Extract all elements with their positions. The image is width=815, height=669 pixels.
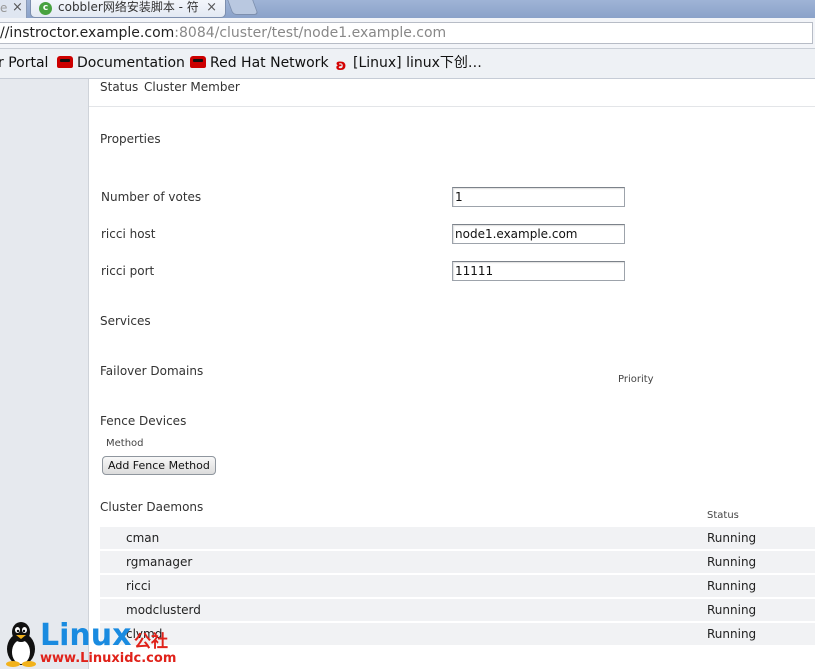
redhat-icon xyxy=(57,54,73,70)
votes-input[interactable] xyxy=(452,187,625,207)
daemon-name: cman xyxy=(126,531,160,545)
new-tab-button[interactable] xyxy=(227,0,259,15)
properties-heading: Properties xyxy=(100,132,161,146)
bookmark-label: Red Hat Network xyxy=(210,55,329,71)
penguin-icon xyxy=(6,622,36,667)
bookmarks-bar: r Portal Documentation Red Hat Network ʚ… xyxy=(0,49,815,79)
daemon-name: modclusterd xyxy=(126,603,201,617)
daemon-status: Running xyxy=(707,531,757,545)
watermark-url: www.Linuxidc.com xyxy=(40,651,177,666)
ricci-host-input[interactable] xyxy=(452,224,625,244)
bookmark-label: Documentation xyxy=(77,55,185,71)
votes-label: Number of votes xyxy=(101,190,202,204)
services-heading: Services xyxy=(100,314,151,328)
redhat-icon xyxy=(190,54,206,70)
tab-active[interactable]: c cobbler网络安装脚本 - 符 × xyxy=(30,0,226,18)
watermark-brand: Linux xyxy=(40,618,132,653)
url-path: :8084/cluster/test/node1.example.com xyxy=(174,25,447,41)
failover-domains-heading: Failover Domains xyxy=(100,364,204,378)
daemon-row: modclusterd Running xyxy=(100,599,815,621)
tab-title: cobbler网络安装脚本 - 符 xyxy=(58,0,198,14)
close-tab-icon[interactable]: × xyxy=(12,0,23,15)
daemon-row: clvmd Running xyxy=(100,623,815,645)
daemon-name: rgmanager xyxy=(126,555,193,569)
ricci-port-label: ricci port xyxy=(101,264,155,278)
status-label: Status xyxy=(100,80,139,94)
daemon-status: Running xyxy=(707,603,757,617)
daemon-status: Running xyxy=(707,627,757,641)
priority-column-header: Priority xyxy=(618,374,654,385)
status-value: Cluster Member xyxy=(144,80,240,94)
close-tab-icon[interactable]: × xyxy=(206,0,217,15)
add-fence-method-button[interactable]: Add Fence Method xyxy=(102,456,216,475)
fence-devices-heading: Fence Devices xyxy=(100,414,187,428)
daemon-name: ricci xyxy=(126,579,151,593)
linuxidc-watermark: Linux 公社 www.Linuxidc.com xyxy=(0,616,185,669)
divider xyxy=(89,106,815,107)
linux-site-icon: ʚ xyxy=(335,56,347,74)
bookmark-linux[interactable]: ʚ [Linux] linux下创… xyxy=(333,54,482,74)
bookmark-red-hat-network[interactable]: Red Hat Network xyxy=(190,54,329,72)
watermark-brand-cn: 公社 xyxy=(134,632,168,652)
node-detail-panel: Status Cluster Member Properties Number … xyxy=(89,79,815,669)
address-bar: //instroctor.example.com:8084/cluster/te… xyxy=(0,18,815,49)
method-column-header: Method xyxy=(106,438,144,449)
daemon-row: cman Running xyxy=(100,527,815,549)
daemon-row: ricci Running xyxy=(100,575,815,597)
daemon-row: rgmanager Running xyxy=(100,551,815,573)
page-icon: e xyxy=(0,1,8,15)
tab-strip: e × c cobbler网络安装脚本 - 符 × xyxy=(0,0,815,18)
bookmark-label: [Linux] linux下创… xyxy=(353,55,482,71)
url-host: //instroctor.example.com xyxy=(0,25,175,41)
daemon-status: Running xyxy=(707,579,757,593)
favicon-icon: c xyxy=(39,2,52,15)
daemon-status-header: Status xyxy=(707,510,739,521)
left-sidebar xyxy=(0,79,89,669)
ricci-port-input[interactable] xyxy=(452,261,625,281)
ricci-host-label: ricci host xyxy=(101,227,156,241)
bookmark-label: r Portal xyxy=(0,55,49,71)
daemon-status: Running xyxy=(707,555,757,569)
bookmark-documentation[interactable]: Documentation xyxy=(57,54,185,72)
cluster-daemons-heading: Cluster Daemons xyxy=(100,500,204,514)
bookmark-portal[interactable]: r Portal xyxy=(0,54,48,72)
url-input[interactable]: //instroctor.example.com:8084/cluster/te… xyxy=(0,22,813,44)
tab-previous[interactable]: e × xyxy=(0,0,27,18)
